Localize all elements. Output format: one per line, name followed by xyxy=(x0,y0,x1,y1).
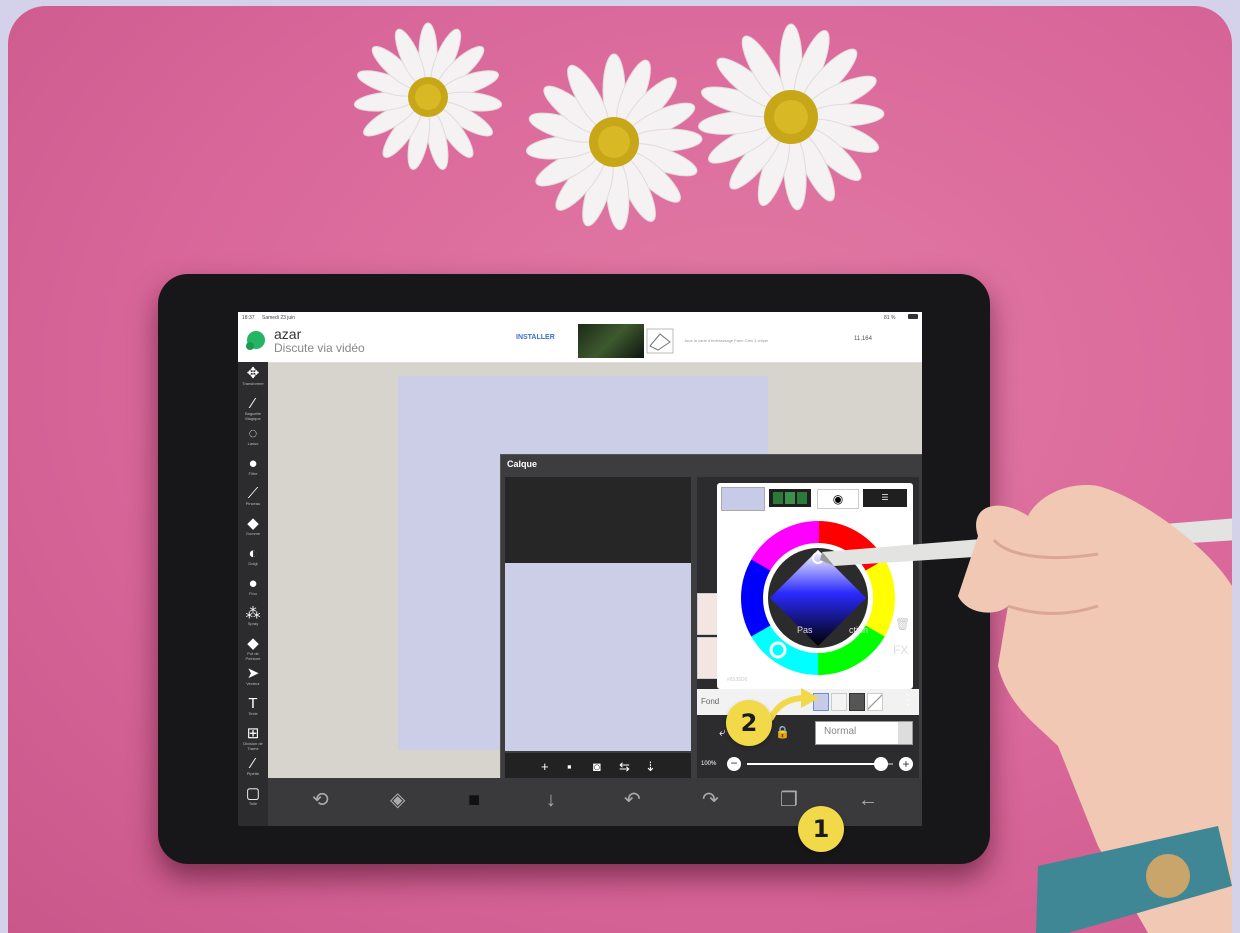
tool-label: Spray xyxy=(247,621,259,626)
tool-label: Baguette Magique xyxy=(244,411,261,421)
lock-icon[interactable]: 🔒 xyxy=(775,725,790,739)
tool-label: Toile xyxy=(248,801,258,806)
tool-label: Doigt xyxy=(248,561,258,566)
status-bar: 18:37 Samedi 23 juin 81 % xyxy=(238,312,922,324)
hand-with-stylus xyxy=(820,485,1232,933)
tool-blur[interactable]: ● Flou xyxy=(241,576,265,596)
battery-icon xyxy=(908,314,918,319)
layer-thumb-dark[interactable] xyxy=(505,477,691,563)
move-icon: ✥ xyxy=(246,365,260,382)
undo-icon[interactable]: ↶ xyxy=(624,788,641,812)
ad-sketch-icon xyxy=(646,328,674,354)
daisy-flower-right xyxy=(697,23,885,211)
layer-thumbnails xyxy=(505,477,691,751)
tool-label: Transformer xyxy=(242,381,264,386)
tool-label: Pinceau xyxy=(245,501,261,506)
fill-icon: ◆ xyxy=(247,635,259,652)
layers-icon[interactable]: ❐ xyxy=(780,788,798,812)
tool-label: Filtre xyxy=(248,471,258,476)
tool-text[interactable]: T Texte xyxy=(241,696,265,716)
text-icon: T xyxy=(248,695,258,712)
current-color-swatch[interactable] xyxy=(721,487,765,511)
tool-filter[interactable]: ● Filtre xyxy=(241,456,265,476)
opacity-minus-button[interactable]: − xyxy=(727,757,741,771)
redo-icon[interactable]: ↷ xyxy=(702,788,719,812)
ad-thumbnail-image xyxy=(578,324,644,358)
step-badge-2: 2 xyxy=(726,700,772,746)
text-layer-icon[interactable]: ⇣ xyxy=(645,760,656,774)
tool-eraser[interactable]: ◆ Gomme xyxy=(241,516,265,536)
layer-thumb-light[interactable] xyxy=(505,563,691,751)
photo-background: 18:37 Samedi 23 juin 81 % azar Discute v… xyxy=(8,6,1232,933)
import-icon[interactable]: ⇆ xyxy=(619,760,630,774)
ad-banner[interactable]: azar Discute via vidéo INSTALLER Joue la… xyxy=(238,324,922,363)
blur-icon: ● xyxy=(248,575,258,592)
opacity-value: 100% xyxy=(701,761,717,767)
tool-brush[interactable]: ⟋ Pinceau xyxy=(241,486,265,506)
fond-label: Fond xyxy=(701,697,720,706)
tool-label: Flou xyxy=(249,591,257,596)
camera-icon[interactable]: ◙ xyxy=(593,760,601,774)
tool-frame[interactable]: ⊞ Division de Trame xyxy=(241,726,265,751)
eyedropper-icon: ⁄ xyxy=(251,755,255,772)
magic-wand-icon: ⁄ xyxy=(251,395,255,412)
tool-eyedropper[interactable]: ⁄ Pipette xyxy=(241,756,265,776)
lasso-icon: ◌ xyxy=(248,425,258,442)
tool-label: Division de Trame xyxy=(243,741,263,751)
color-swatch-icon[interactable]: ■ xyxy=(468,788,480,812)
tool-label: Vecteur xyxy=(246,681,260,686)
rotate-icon[interactable]: ⟲ xyxy=(312,788,329,812)
tool-label: Pot de Peinture xyxy=(245,651,261,661)
tool-spray[interactable]: ⁂ Spray xyxy=(241,606,265,626)
azar-logo-icon xyxy=(246,331,265,350)
hex-code: #6535D0 xyxy=(727,677,748,683)
add-layer-icon[interactable]: + xyxy=(541,760,549,774)
tool-label: Lasso xyxy=(247,441,259,446)
daisy-flower-left xyxy=(353,22,503,170)
tool-lasso[interactable]: ◌ Lasso xyxy=(241,426,265,446)
tool-magic-wand[interactable]: ⁄ Baguette Magique xyxy=(241,396,265,421)
tool-label: Gomme xyxy=(245,531,261,536)
ad-description: Joue la carte d'embrassage Farm Cam 3 ch… xyxy=(684,338,769,343)
ad-app-name: azar xyxy=(274,326,302,342)
tool-select[interactable]: ➤ Vecteur xyxy=(241,666,265,686)
frame-icon: ⊞ xyxy=(246,725,260,742)
download-icon[interactable]: ↓ xyxy=(546,788,556,812)
status-date: Samedi 23 juin xyxy=(262,315,296,321)
layer-square-icon[interactable]: ▪ xyxy=(567,760,572,774)
tool-canvas[interactable]: ▢ Toile xyxy=(241,786,265,806)
smudge-icon: ◐ xyxy=(248,545,258,562)
status-battery: 81 % xyxy=(884,315,896,321)
tool-smudge[interactable]: ◐ Doigt xyxy=(241,546,265,566)
compass-icon[interactable]: ◈ xyxy=(390,788,405,812)
layer-panel-title: Calque xyxy=(507,459,538,469)
tool-move[interactable]: ✥ Transformer xyxy=(241,366,265,386)
filter-icon: ● xyxy=(248,455,258,472)
canvas-icon: ▢ xyxy=(245,785,261,802)
status-time: 18:37 xyxy=(242,315,255,321)
tool-label: Texte xyxy=(248,711,258,716)
tool-fill[interactable]: ◆ Pot de Peinture xyxy=(241,636,265,661)
daisy-flower-center xyxy=(525,53,703,231)
ad-count: 11,164 xyxy=(854,336,872,342)
ad-tagline: Discute via vidéo xyxy=(274,341,365,355)
eraser-icon: ◆ xyxy=(247,515,259,532)
brush-icon: ⟋ xyxy=(247,485,259,502)
install-button[interactable]: INSTALLER xyxy=(516,334,555,341)
tool-sidebar: ✥ Transformer ⁄ Baguette Magique ◌ Lasso ● Filt… xyxy=(238,362,268,826)
clipping-icon[interactable]: ⤶ xyxy=(719,725,726,740)
tool-label: Pipette xyxy=(246,771,260,776)
select-icon: ➤ xyxy=(246,665,260,682)
spray-icon: ⁂ xyxy=(245,605,261,622)
